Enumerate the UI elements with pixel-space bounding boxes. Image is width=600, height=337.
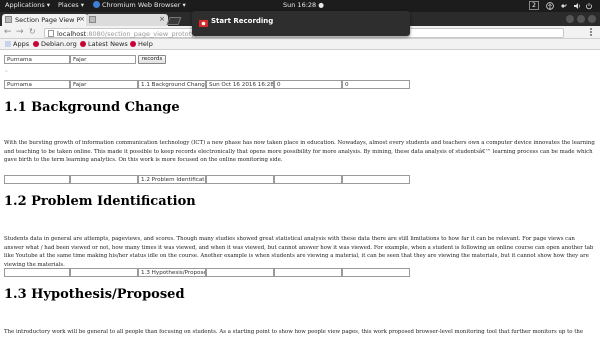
notification-title: Start Recording [211, 17, 274, 25]
log-cell [4, 175, 70, 184]
section-body: Students data in general are attempts, p… [4, 236, 594, 268]
new-tab-button[interactable] [166, 17, 182, 25]
bookmark-label: Debian.org [41, 40, 77, 48]
log-cell-time: Sun Oct 16 2016 16:28:51 [206, 80, 274, 89]
apps-grid-icon [5, 41, 11, 47]
log-cell [70, 175, 138, 184]
bookmark-debian[interactable]: Debian.org [33, 40, 77, 48]
maximize-button[interactable] [577, 15, 585, 23]
tab-label: Section Page View P [15, 16, 81, 24]
section-body: With the bursting growth of information … [4, 140, 595, 164]
record-icon [199, 20, 208, 27]
taskbar-app-label: Chromium Web Browser ▾ [102, 1, 186, 9]
reload-icon[interactable]: ↻ [29, 27, 36, 36]
bookmark-label: Help [138, 40, 153, 48]
debian-icon [130, 41, 136, 47]
tab-second[interactable]: × [86, 14, 168, 26]
bookmarks-bar: Apps Debian.org Latest News Help [0, 39, 600, 50]
log-cell-section: 1.3 Hypothesis/Proposed [138, 268, 206, 277]
log-cell-value-1: 0 [274, 80, 342, 89]
section-body: The introductory work will be general to… [4, 329, 584, 335]
url-host: localhost [57, 30, 87, 38]
bookmark-label: Latest News [88, 40, 128, 48]
log-cell-section: 1.1 Background Change [138, 80, 206, 89]
places-menu[interactable]: Places ▾ [58, 1, 84, 9]
tab-section-page-view[interactable]: Section Page View P × [2, 14, 88, 26]
debian-icon [33, 41, 39, 47]
last-name-input[interactable]: Fajar [70, 55, 136, 64]
page-favicon-icon [89, 16, 96, 23]
page-favicon-icon [5, 16, 12, 23]
power-icon[interactable] [585, 2, 593, 10]
bookmark-label: Apps [13, 40, 30, 48]
section-heading: 1.2 Problem Identification [4, 194, 196, 209]
log-cell [342, 175, 410, 184]
url-path: :8080/section_page_view_prototype [86, 30, 204, 38]
bookmark-latest-news[interactable]: Latest News [80, 40, 128, 48]
log-cell-last: Fajar [70, 80, 138, 89]
records-button[interactable]: records [138, 55, 166, 64]
first-name-input[interactable]: Purnama [4, 55, 70, 64]
accessibility-icon[interactable] [546, 2, 554, 10]
log-cell-first: Purnama [4, 80, 70, 89]
log-cell [206, 175, 274, 184]
log-cell [274, 268, 342, 277]
log-cell [4, 268, 70, 277]
log-cell-section: 1.2 Problem Identification [138, 175, 206, 184]
page-info-icon[interactable] [48, 30, 54, 37]
applications-menu[interactable]: Applications ▾ [5, 1, 50, 9]
minimize-button[interactable] [566, 15, 574, 23]
workspace-indicator[interactable]: 2 [529, 1, 539, 10]
section-heading: 1.3 Hypothesis/Proposed [4, 287, 185, 302]
volume-icon[interactable] [573, 2, 581, 10]
log-cell [342, 268, 410, 277]
chromium-icon [93, 1, 100, 8]
log-cell-value-2: 0 [342, 80, 410, 89]
log-cell [70, 268, 138, 277]
bookmark-apps[interactable]: Apps [5, 40, 29, 48]
separator-dot: ◦ [5, 69, 8, 75]
recording-notification[interactable]: Start Recording [192, 11, 410, 36]
bookmark-help[interactable]: Help [130, 40, 153, 48]
log-cell [206, 268, 274, 277]
forward-arrow-icon[interactable]: → [16, 27, 24, 37]
browser-menu-icon[interactable] [588, 28, 594, 37]
section-heading: 1.1 Background Change [4, 100, 180, 115]
page-content: Purnama Fajar records ◦ Purnama Fajar 1.… [0, 51, 600, 337]
close-tab-icon[interactable]: × [159, 15, 165, 23]
clock[interactable]: Sun 16:28 ● [283, 1, 324, 9]
network-icon[interactable] [560, 2, 568, 10]
log-cell [274, 175, 342, 184]
back-arrow-icon[interactable]: ← [4, 27, 12, 37]
close-window-button[interactable] [588, 15, 596, 23]
taskbar-app[interactable]: Chromium Web Browser ▾ [93, 1, 186, 9]
window-controls [563, 15, 596, 25]
close-tab-icon[interactable]: × [79, 15, 85, 23]
debian-icon [80, 41, 86, 47]
